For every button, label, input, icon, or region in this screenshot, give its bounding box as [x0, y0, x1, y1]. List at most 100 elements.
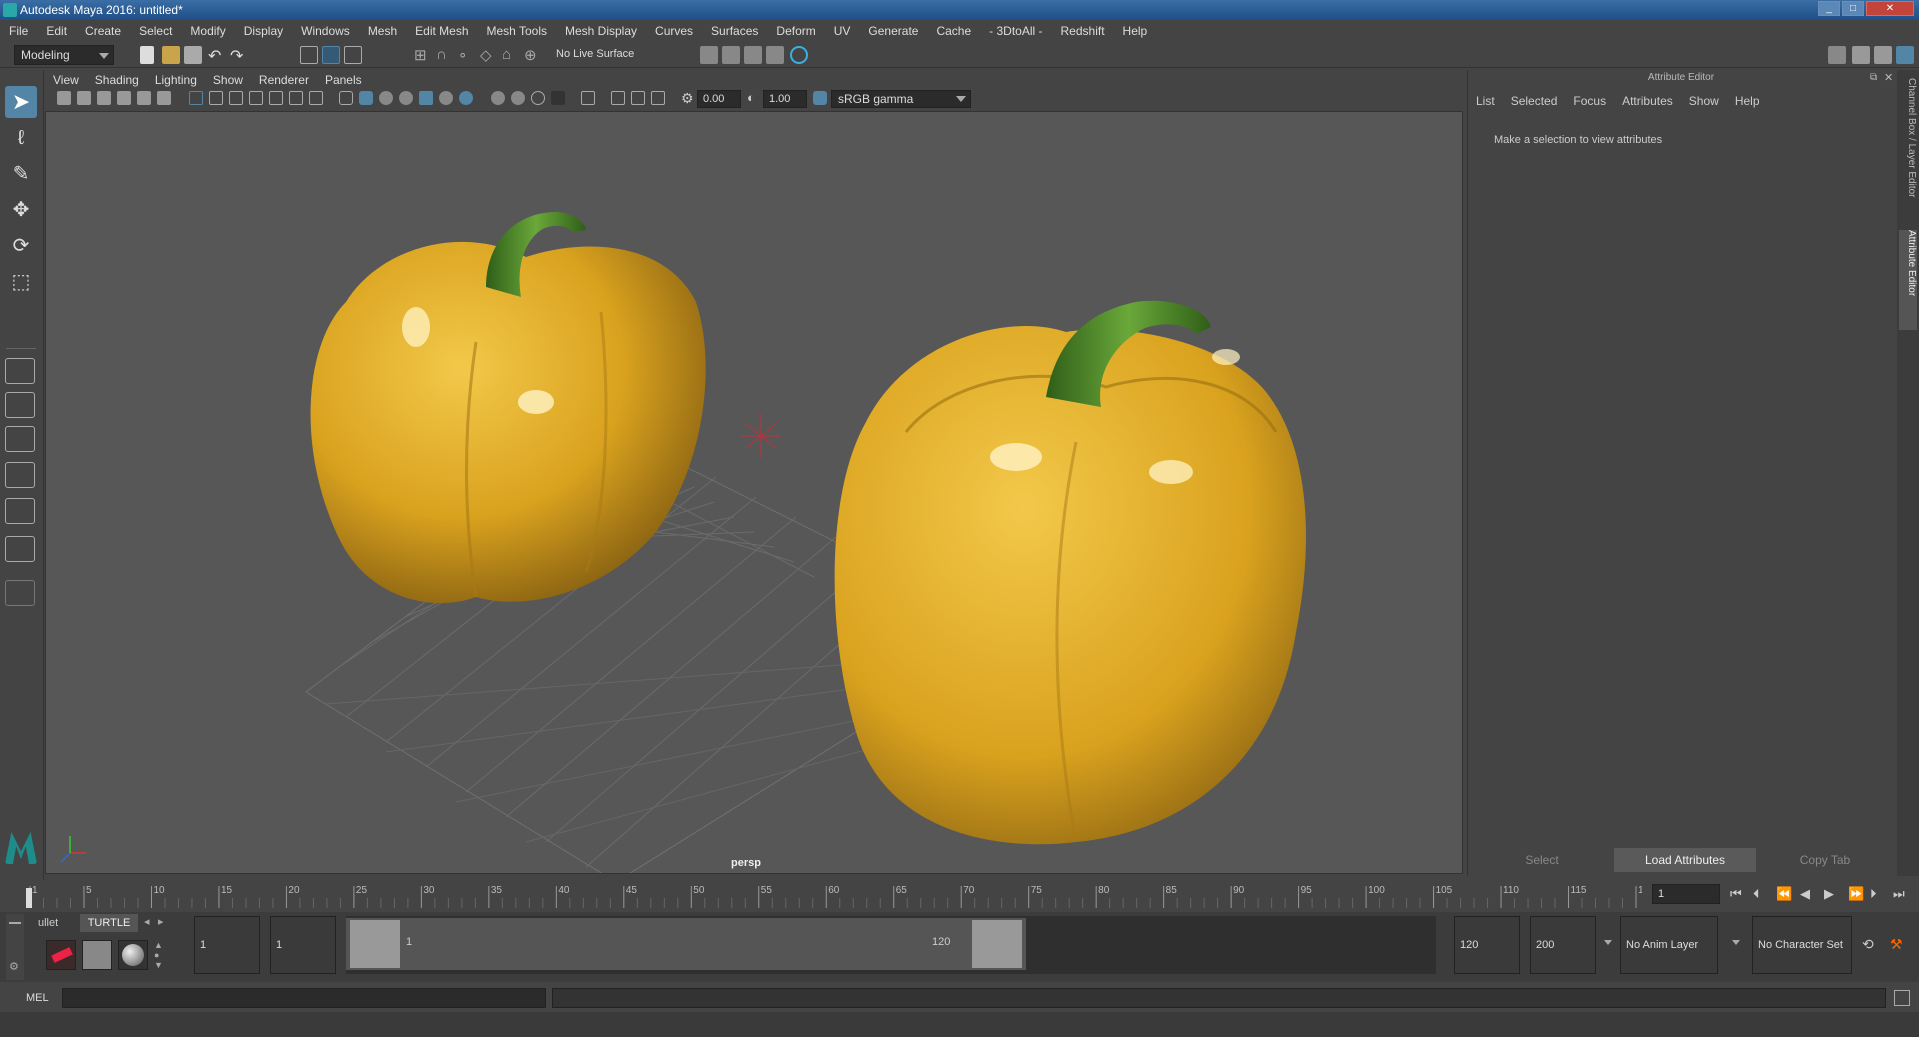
menu-mesh-tools[interactable]: Mesh Tools [478, 20, 556, 42]
range-end-handle[interactable] [972, 920, 1022, 968]
attr-menu-selected[interactable]: Selected [1503, 94, 1566, 108]
go-to-end-icon[interactable]: ⏭ [1893, 886, 1905, 902]
attribute-editor-side-tab[interactable]: Attribute Editor [1899, 230, 1917, 330]
command-input[interactable] [62, 988, 546, 1008]
range-slider-bar-fill[interactable] [346, 918, 1026, 970]
play-forwards-icon[interactable]: ▶ [1824, 886, 1834, 902]
gamma-field[interactable]: 1.00 [763, 90, 807, 108]
camera-icon[interactable] [57, 91, 71, 105]
panel-menu-view[interactable]: View [45, 70, 87, 90]
xray-joints-icon[interactable] [631, 91, 645, 105]
animation-start-field[interactable]: 1 [194, 916, 260, 974]
playback-end-field[interactable]: 120 [1454, 916, 1520, 974]
menu-windows[interactable]: Windows [292, 20, 359, 42]
persp-graph-layout-icon[interactable] [5, 462, 35, 488]
select-by-hierarchy-icon[interactable] [300, 46, 318, 64]
field-chart-icon[interactable] [269, 91, 283, 105]
minimize-button[interactable]: _ [1818, 1, 1840, 16]
shelf-scroll-icon[interactable]: ▲ ● ▼ [154, 940, 163, 970]
step-forward-key-icon[interactable]: ⏩ [1848, 886, 1864, 902]
snap-surface-icon[interactable]: ⊕ [524, 46, 542, 64]
screen-space-ao-icon[interactable] [491, 91, 505, 105]
select-by-component-icon[interactable] [344, 46, 362, 64]
menu-generate[interactable]: Generate [859, 20, 927, 42]
image-plane-icon[interactable] [117, 91, 131, 105]
hypershade-icon[interactable] [790, 46, 808, 64]
menu-create[interactable]: Create [76, 20, 130, 42]
camera-attributes-icon[interactable] [77, 91, 91, 105]
step-back-frame-icon[interactable]: ⏴ [1753, 886, 1760, 902]
2d-pan-zoom-icon[interactable] [137, 91, 151, 105]
workspace-dropdown[interactable]: Modeling [14, 45, 114, 65]
resolution-gate-icon[interactable] [229, 91, 243, 105]
float-panel-icon[interactable]: ⧉ [1870, 72, 1877, 83]
save-scene-icon[interactable] [184, 46, 202, 64]
attr-menu-help[interactable]: Help [1727, 94, 1768, 108]
playback-start-field[interactable]: 1 [270, 916, 336, 974]
go-to-start-icon[interactable]: ⏮ [1730, 886, 1742, 902]
step-back-key-icon[interactable]: ⏪ [1776, 886, 1792, 902]
menu-cache[interactable]: Cache [927, 20, 980, 42]
anti-aliasing-icon[interactable] [531, 91, 545, 105]
animation-end-field[interactable]: 200 [1530, 916, 1596, 974]
menu-mesh[interactable]: Mesh [359, 20, 406, 42]
wireframe-icon[interactable] [339, 91, 353, 105]
attr-menu-show[interactable]: Show [1681, 94, 1727, 108]
attr-menu-focus[interactable]: Focus [1565, 94, 1614, 108]
turtle-surface-icon[interactable] [118, 940, 148, 970]
range-slider-track[interactable]: 1 120 [346, 916, 1436, 974]
paint-select-tool-icon[interactable]: ✎ [5, 158, 37, 190]
menu-select[interactable]: Select [130, 20, 181, 42]
channel-box-side-tab[interactable]: Channel Box / Layer Editor [1899, 78, 1917, 228]
menu-deform[interactable]: Deform [767, 20, 824, 42]
menu-file[interactable]: File [0, 20, 37, 42]
shelf-tabs-prev-icon[interactable]: ◂ [144, 915, 150, 928]
attr-menu-list[interactable]: List [1468, 94, 1503, 108]
undo-icon[interactable]: ↶ [208, 46, 226, 65]
menu-surfaces[interactable]: Surfaces [702, 20, 767, 42]
shelf-menu-icon[interactable] [9, 922, 21, 924]
menu-mesh-display[interactable]: Mesh Display [556, 20, 646, 42]
yellow-pepper-left[interactable] [310, 212, 706, 604]
panel-menu-lighting[interactable]: Lighting [147, 70, 205, 90]
scale-tool-icon[interactable]: ⬚ [5, 266, 37, 298]
panel-menu-shading[interactable]: Shading [87, 70, 147, 90]
shadows-icon[interactable] [459, 91, 473, 105]
panel-menu-renderer[interactable]: Renderer [251, 70, 317, 90]
lasso-tool-icon[interactable]: ℓ [5, 122, 37, 154]
close-button[interactable]: ✕ [1866, 1, 1914, 16]
gate-mask-icon[interactable] [249, 91, 263, 105]
shelf-handle[interactable]: ⚙ [6, 914, 24, 980]
snap-live-icon[interactable]: ⌂ [502, 46, 520, 64]
range-start-handle[interactable] [350, 920, 400, 968]
snap-grid-icon[interactable]: ⊞ [414, 46, 432, 64]
menu-curves[interactable]: Curves [646, 20, 702, 42]
turtle-render-icon[interactable] [46, 940, 76, 970]
chevron-down-icon[interactable] [1604, 940, 1612, 945]
use-all-lights-icon[interactable] [439, 91, 453, 105]
load-attributes-button[interactable]: Load Attributes [1614, 848, 1756, 872]
persp-outliner-layout-icon[interactable] [5, 426, 35, 452]
wireframe-on-shaded-icon[interactable] [399, 91, 413, 105]
snap-point-icon[interactable]: ∘ [458, 46, 476, 64]
xray-components-icon[interactable] [651, 91, 665, 105]
layout-expand-icon[interactable] [5, 580, 35, 606]
textured-icon[interactable] [419, 91, 433, 105]
motion-blur-icon[interactable] [511, 91, 525, 105]
menu-edit-mesh[interactable]: Edit Mesh [406, 20, 477, 42]
shelf-tab-bullet[interactable]: ullet [38, 914, 78, 932]
shelf-tab-turtle[interactable]: TURTLE [80, 914, 138, 932]
single-perspective-layout-icon[interactable] [5, 358, 35, 384]
render-settings-icon[interactable] [766, 46, 784, 64]
smooth-shade-icon[interactable] [359, 91, 373, 105]
close-panel-icon[interactable]: ✕ [1884, 71, 1893, 84]
yellow-pepper-right[interactable] [834, 300, 1306, 845]
current-frame-field[interactable]: 1 [1652, 884, 1720, 904]
default-lighting-icon[interactable] [379, 91, 393, 105]
ipr-render-icon[interactable] [744, 46, 762, 64]
live-surface-label[interactable]: No Live Surface [556, 48, 634, 60]
menu-display[interactable]: Display [235, 20, 292, 42]
redo-icon[interactable]: ↷ [230, 46, 248, 65]
panel-menu-panels[interactable]: Panels [317, 70, 370, 90]
safe-title-icon[interactable] [309, 91, 323, 105]
